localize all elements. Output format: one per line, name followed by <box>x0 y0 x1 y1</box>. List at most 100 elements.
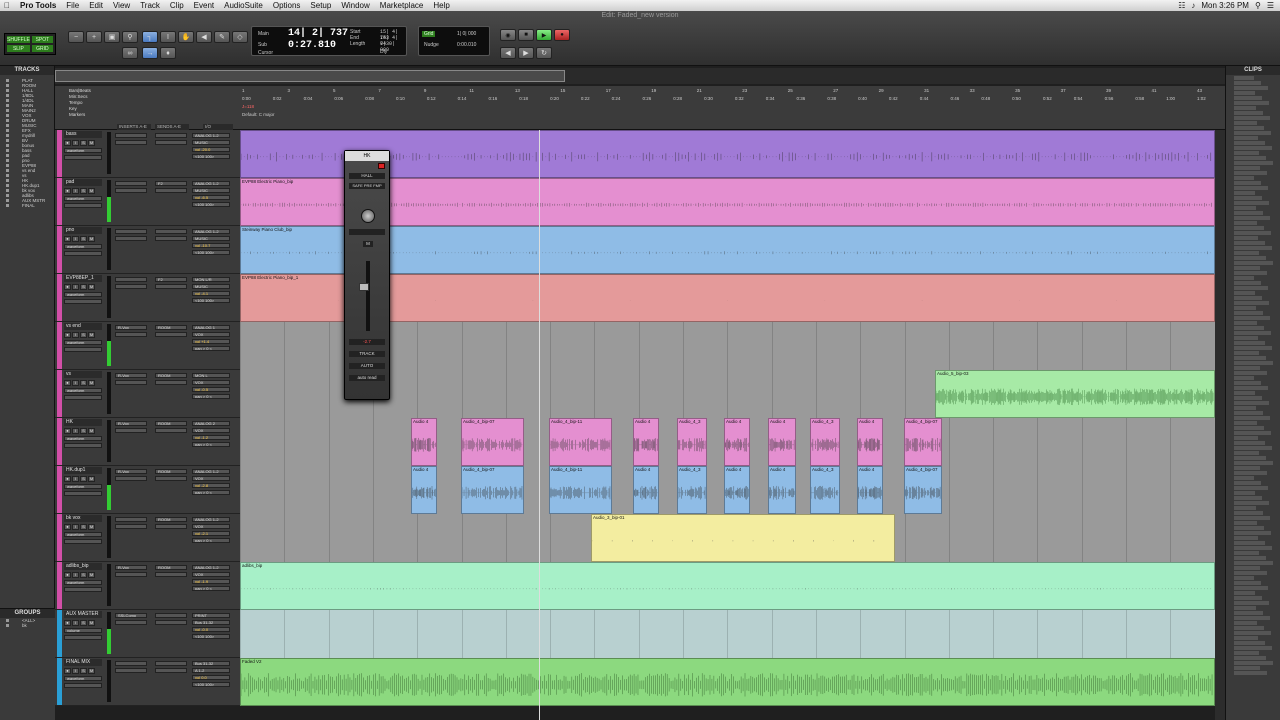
input-selector[interactable]: ANALOG 1-2 <box>192 181 230 186</box>
record-enable-button[interactable]: ● <box>64 620 71 626</box>
track-color-bar[interactable] <box>57 610 62 657</box>
clip-list-item[interactable] <box>1234 116 1270 120</box>
track-name[interactable]: EVP88EP_1 <box>64 275 102 282</box>
solo-button[interactable]: S <box>80 428 87 434</box>
menu-window[interactable]: Window <box>341 1 369 10</box>
clip-list-item[interactable] <box>1234 276 1254 280</box>
clip-list-item[interactable] <box>1234 356 1266 360</box>
universe-visible-area[interactable] <box>55 70 565 82</box>
track-view-label[interactable]: waveform <box>65 245 101 249</box>
input-monitor-button[interactable]: I <box>72 140 79 146</box>
menu-setup[interactable]: Setup <box>310 1 331 10</box>
send-slot[interactable] <box>155 229 187 234</box>
input-monitor-button[interactable]: I <box>72 188 79 194</box>
menu-clip[interactable]: Clip <box>170 1 184 10</box>
scrubber-tool-icon[interactable]: ◀ <box>196 31 212 43</box>
solo-button[interactable]: S <box>80 668 87 674</box>
record-enable-button[interactable]: ● <box>64 332 71 338</box>
clip-list-item[interactable] <box>1234 641 1265 645</box>
zoom-out-icon[interactable]: − <box>68 31 84 43</box>
audio-clip[interactable]: Audio 4 <box>724 466 750 514</box>
mute-button[interactable]: M <box>88 668 95 674</box>
send-slot[interactable] <box>155 284 187 289</box>
track-name[interactable]: vs end <box>64 323 102 330</box>
input-selector[interactable]: ANALOG 1-2 <box>192 565 230 570</box>
solo-button[interactable]: S <box>80 140 87 146</box>
track-view-label[interactable]: waveform <box>65 149 101 153</box>
clip-list-item[interactable] <box>1234 346 1272 350</box>
send-slot[interactable]: F2 <box>155 181 187 186</box>
clip-list-item[interactable] <box>1234 281 1261 285</box>
volume-readout[interactable]: vol -0.5 <box>192 387 230 392</box>
send-slot[interactable] <box>155 661 187 666</box>
track-timebase[interactable] <box>64 251 102 256</box>
track-timebase[interactable] <box>64 491 102 496</box>
zoom-in-icon[interactable]: + <box>86 31 102 43</box>
solo-button[interactable]: S <box>80 620 87 626</box>
output-selector[interactable]: A 1-2 <box>192 668 230 673</box>
track-name[interactable]: pad <box>64 179 102 186</box>
send-slot[interactable] <box>155 133 187 138</box>
output-selector[interactable]: VOX <box>192 332 230 337</box>
output-selector[interactable]: MUSIC <box>192 284 230 289</box>
mute-button[interactable]: M <box>88 572 95 578</box>
input-monitor-button[interactable]: I <box>72 620 79 626</box>
mute-button[interactable]: M <box>88 620 95 626</box>
audio-clip[interactable]: Audio_5_bip-03 <box>935 370 1215 418</box>
record-enable-button[interactable]: ● <box>64 188 71 194</box>
input-selector[interactable]: ANALOG 2 <box>192 421 230 426</box>
clip-list-item[interactable] <box>1234 546 1272 550</box>
record-arm-icon[interactable] <box>378 163 385 169</box>
track-name[interactable]: HK.dup1 <box>64 467 102 474</box>
clip-list-item[interactable] <box>1234 416 1270 420</box>
mode-slip[interactable]: SLIP <box>7 45 30 52</box>
loop-icon[interactable]: ↻ <box>536 47 552 59</box>
clip-list-item[interactable] <box>1234 636 1258 640</box>
audio-clip[interactable]: Audio 4 <box>724 418 750 466</box>
track-view-selector[interactable]: volume <box>64 628 102 633</box>
input-monitor-button[interactable]: I <box>72 524 79 530</box>
clip-list-item[interactable] <box>1234 496 1262 500</box>
track-view-selector[interactable]: waveform <box>64 196 102 201</box>
mute-button[interactable]: M <box>88 284 95 290</box>
solo-button[interactable]: S <box>80 332 87 338</box>
solo-button[interactable]: S <box>80 236 87 242</box>
key-value[interactable]: Default: C major <box>242 112 275 117</box>
volume-readout[interactable]: vol +1.4 <box>192 339 230 344</box>
solo-button[interactable]: S <box>80 524 87 530</box>
clip-list-item[interactable] <box>1234 101 1269 105</box>
track-color-bar[interactable] <box>57 370 62 417</box>
pan-readout[interactable]: pan > 0 < <box>192 586 230 591</box>
output-window-title[interactable]: HK <box>345 151 389 161</box>
clip-list-item[interactable] <box>1234 396 1262 400</box>
clip-list-item[interactable] <box>1234 666 1260 670</box>
main-counter-value[interactable]: 14| 2| 737 <box>288 28 348 39</box>
insert-slot[interactable] <box>115 229 147 234</box>
insert-slot[interactable] <box>115 668 147 673</box>
output-selector[interactable]: VOX <box>192 476 230 481</box>
clip-list-item[interactable] <box>1234 411 1263 415</box>
output-selector[interactable]: MUSIC <box>192 140 230 145</box>
track-view-label[interactable]: waveform <box>65 533 101 537</box>
list-icon[interactable]: ☰ <box>1267 1 1274 10</box>
clip-list-item[interactable] <box>1234 331 1271 335</box>
clip-list-item[interactable] <box>1234 291 1255 295</box>
insert-slot[interactable] <box>115 620 147 625</box>
clip-list-item[interactable] <box>1234 261 1273 265</box>
send-slot[interactable] <box>155 236 187 241</box>
audio-clip[interactable]: Audio_4_3 <box>810 466 840 514</box>
clip-list-item[interactable] <box>1234 451 1259 455</box>
clip-list-item[interactable] <box>1234 361 1273 365</box>
clip-list-item[interactable] <box>1234 561 1273 565</box>
input-monitor-button[interactable]: I <box>72 284 79 290</box>
clip-list-item[interactable] <box>1234 626 1264 630</box>
menu-event[interactable]: Event <box>194 1 214 10</box>
send-slot[interactable] <box>155 572 187 577</box>
universe-view[interactable] <box>55 68 1225 84</box>
clip-list-item[interactable] <box>1234 221 1257 225</box>
clip-list-item[interactable] <box>1234 161 1273 165</box>
clip-list-item[interactable] <box>1234 311 1263 315</box>
grid-nudge[interactable]: Grid 1| 0| 000 Nudge 0:00.010 <box>418 26 490 56</box>
insert-slot[interactable] <box>115 476 147 481</box>
clip-list-item[interactable] <box>1234 551 1259 555</box>
